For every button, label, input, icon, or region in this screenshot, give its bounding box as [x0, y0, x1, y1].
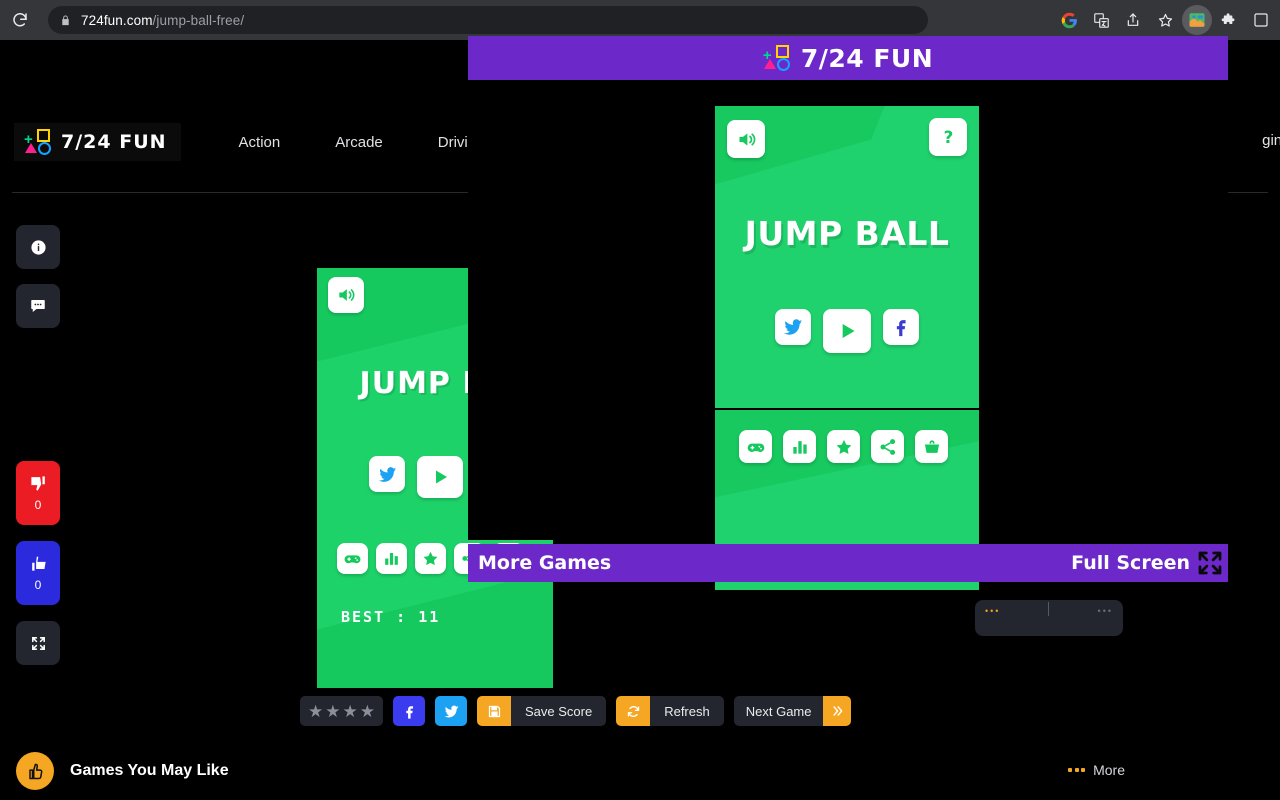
logo-circle-icon	[776, 58, 790, 71]
browser-toolbar: 724fun.com/jump-ball-free/	[0, 0, 1280, 40]
logo-square-icon	[37, 129, 50, 142]
logo-square-icon	[775, 45, 789, 58]
double-chevron-right-icon	[823, 696, 852, 726]
peek-divider	[1048, 602, 1049, 616]
share-icon[interactable]	[1118, 5, 1148, 35]
site-brand-text: 7/24 FUN	[61, 131, 167, 153]
share-icon[interactable]	[871, 430, 904, 463]
bg-sound-icon[interactable]	[328, 277, 364, 313]
logo-triangle-icon	[25, 143, 37, 153]
left-action-rail: 0 0	[16, 225, 60, 680]
svg-text:?: ?	[943, 128, 953, 147]
refresh-label: Refresh	[650, 696, 724, 726]
save-score-label: Save Score	[511, 696, 607, 726]
twitter-icon[interactable]	[369, 456, 405, 492]
fullscreen-icon[interactable]	[16, 621, 60, 665]
dislike-button[interactable]: 0	[16, 461, 60, 525]
dots-icon	[1068, 768, 1086, 772]
rating-stars[interactable]: ★ ★ ★ ★	[300, 696, 383, 726]
thumbs-up-icon	[16, 752, 54, 790]
login-register-link[interactable]: gin & Reg	[1262, 132, 1280, 149]
extension-image-icon[interactable]	[1182, 5, 1212, 35]
puzzle-extensions-icon[interactable]	[1214, 5, 1244, 35]
lock-icon	[60, 14, 71, 27]
game-canvas[interactable]: ? JUMP BALL	[715, 106, 979, 408]
more-games-button[interactable]: More Games	[478, 552, 611, 574]
url-text: 724fun.com/jump-ball-free/	[81, 13, 244, 28]
save-score-button[interactable]: Save Score	[477, 696, 607, 726]
full-screen-label: Full Screen	[1071, 552, 1190, 574]
toolbar-actions	[1054, 0, 1280, 40]
reload-icon[interactable]	[2, 2, 38, 38]
logo-shapes-icon: +	[24, 129, 52, 155]
like-button[interactable]: 0	[16, 541, 60, 605]
more-label: More	[1093, 762, 1125, 778]
star-icon[interactable]	[415, 543, 446, 574]
peek-left-text: •••	[985, 606, 1001, 616]
peek-right-text: •••	[1097, 606, 1113, 616]
twitter-share-button[interactable]	[435, 696, 467, 726]
recommendations-header: Games You May Like	[16, 752, 229, 790]
play-icon[interactable]	[417, 456, 463, 498]
floppy-disk-icon	[477, 696, 511, 726]
refresh-button[interactable]: Refresh	[616, 696, 724, 726]
game-actions-toolbar: ★ ★ ★ ★ Save Score Refresh Next Game	[300, 696, 852, 726]
popup-logo-shapes-icon: +	[763, 45, 791, 71]
popup-body: ? JUMP BALL	[468, 80, 1228, 590]
window-icon[interactable]	[1246, 5, 1276, 35]
dislike-count: 0	[34, 498, 42, 512]
hidden-panel-peek: ••• •••	[975, 600, 1123, 636]
game-menu-icons	[739, 430, 948, 463]
url-domain: 724fun.com	[81, 12, 153, 28]
gamepad-icon[interactable]	[337, 543, 368, 574]
star-icon[interactable]	[827, 430, 860, 463]
facebook-share-button[interactable]	[393, 696, 425, 726]
star-icon[interactable]: ★	[325, 703, 340, 720]
more-link[interactable]: More	[1068, 762, 1125, 778]
nav-item-arcade[interactable]: Arcade	[335, 134, 383, 151]
next-game-button[interactable]: Next Game	[733, 696, 852, 726]
rail-spacer	[16, 343, 60, 461]
logo-triangle-icon	[763, 59, 776, 69]
twitter-icon[interactable]	[775, 309, 811, 345]
next-game-label: Next Game	[733, 696, 824, 726]
popup-title: 7/24 FUN	[800, 43, 934, 73]
google-icon[interactable]	[1054, 5, 1084, 35]
logo-circle-icon	[38, 142, 51, 155]
screen: 724fun.com/jump-ball-free/ + 7/24 FUN Ac…	[0, 0, 1280, 800]
game-title: JUMP BALL	[744, 214, 950, 253]
basket-icon[interactable]	[915, 430, 948, 463]
site-logo[interactable]: + 7/24 FUN	[14, 123, 181, 161]
expand-arrows-icon	[1192, 545, 1228, 581]
star-icon[interactable]: ★	[343, 703, 358, 720]
address-bar[interactable]: 724fun.com/jump-ball-free/	[48, 6, 928, 34]
game-social-row	[775, 309, 919, 353]
help-button[interactable]: ?	[929, 118, 967, 156]
translate-icon[interactable]	[1086, 5, 1116, 35]
nav-item-action[interactable]: Action	[239, 134, 281, 151]
star-icon[interactable]: ★	[360, 703, 375, 720]
bar-chart-icon[interactable]	[376, 543, 407, 574]
sound-button[interactable]	[727, 120, 765, 158]
star-icon[interactable]: ★	[308, 703, 323, 720]
comment-icon[interactable]	[16, 284, 60, 328]
bookmark-star-icon[interactable]	[1150, 5, 1180, 35]
full-screen-button[interactable]: Full Screen	[1071, 544, 1228, 582]
popup-footer: More Games Full Screen	[468, 544, 1228, 582]
facebook-icon[interactable]	[883, 309, 919, 345]
like-count: 0	[34, 578, 42, 592]
game-popup-window: + 7/24 FUN ? JUMP BALL More Games Full S…	[468, 36, 1228, 590]
refresh-icon	[616, 696, 651, 726]
popup-header: + 7/24 FUN	[468, 36, 1228, 80]
info-icon[interactable]	[16, 225, 60, 269]
play-icon[interactable]	[823, 309, 871, 353]
url-path: /jump-ball-free/	[152, 12, 245, 28]
best-score-label: BEST : 11	[341, 608, 441, 626]
recommendations-title: Games You May Like	[70, 762, 229, 779]
gamepad-icon[interactable]	[739, 430, 772, 463]
bar-chart-icon[interactable]	[783, 430, 816, 463]
